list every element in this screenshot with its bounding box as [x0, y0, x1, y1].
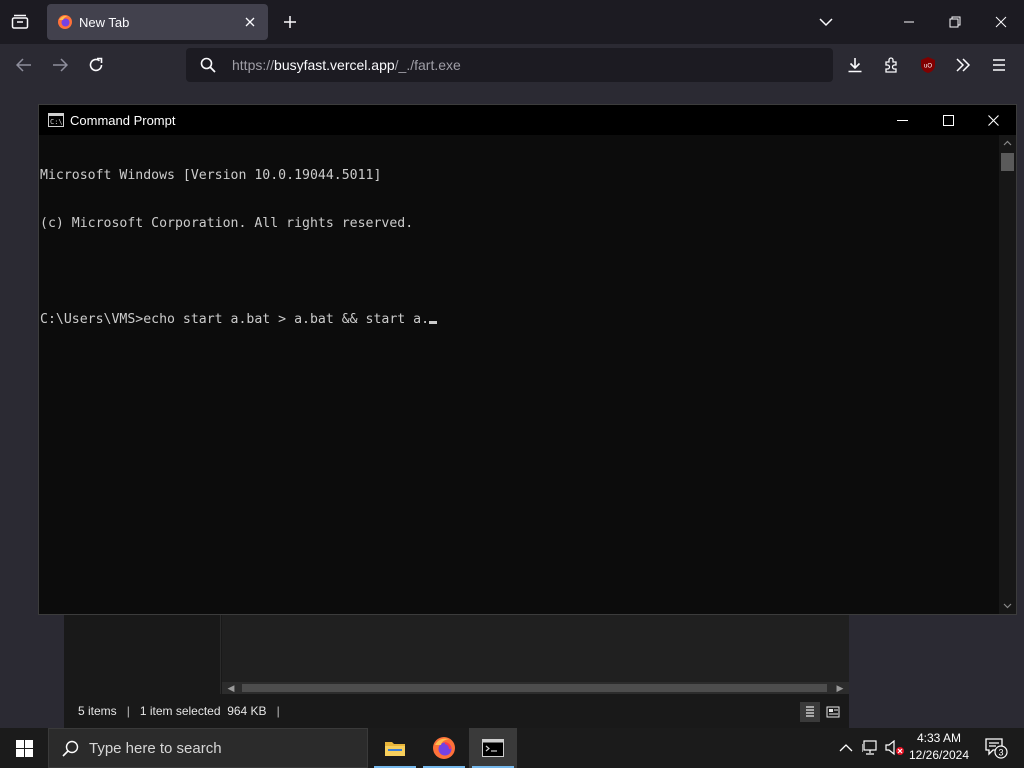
explorer-file-list[interactable]: [222, 612, 849, 682]
svg-text:C:\: C:\: [50, 118, 63, 126]
volume-muted-icon[interactable]: [885, 738, 905, 758]
command-prompt-taskbar-button[interactable]: [469, 728, 517, 768]
search-icon: [61, 739, 79, 757]
chevron-down-icon[interactable]: [814, 10, 838, 34]
list-all-tabs-icon[interactable]: [9, 11, 31, 33]
scroll-down-icon[interactable]: [999, 598, 1016, 614]
show-hidden-icons-icon[interactable]: [836, 738, 856, 758]
windows-taskbar: Type here to search 4:33 AM 12/26/2024 3: [0, 728, 1024, 768]
ublock-origin-icon[interactable]: uO: [915, 52, 941, 78]
console-command-text: C:\Users\VMS>echo start a.bat > a.bat &&…: [40, 312, 430, 327]
console-output[interactable]: Microsoft Windows [Version 10.0.19044.50…: [39, 135, 1000, 614]
item-count: 5 items: [78, 704, 117, 718]
horizontal-scrollbar[interactable]: ◀ ▶: [222, 682, 849, 694]
cmd-close-icon[interactable]: [970, 105, 1016, 135]
status-separator: |: [276, 704, 280, 718]
status-separator: |: [126, 704, 130, 718]
close-tab-icon[interactable]: [238, 10, 262, 34]
clock-time: 4:33 AM: [916, 731, 962, 745]
command-prompt-icon: [482, 739, 504, 757]
folder-icon: [385, 742, 405, 756]
firefox-taskbar-button[interactable]: [420, 728, 468, 768]
firefox-icon: [433, 737, 455, 759]
text-cursor: [429, 321, 438, 324]
overflow-menu-icon[interactable]: [950, 52, 976, 78]
new-tab-icon[interactable]: [278, 10, 302, 34]
url-scheme: https://: [232, 57, 275, 73]
scrollbar-thumb[interactable]: [1001, 153, 1014, 171]
tab-new-tab[interactable]: New Tab: [47, 4, 268, 40]
network-icon[interactable]: [861, 738, 881, 758]
restore-window-icon[interactable]: [943, 10, 967, 34]
cmd-maximize-icon[interactable]: [925, 105, 971, 135]
command-prompt-icon: C:\: [48, 113, 64, 127]
minimize-window-icon[interactable]: [897, 10, 921, 34]
cmd-minimize-icon[interactable]: [879, 105, 925, 135]
firefox-icon: [57, 14, 73, 30]
clock-date: 12/26/2024: [908, 748, 970, 762]
hamburger-menu-icon[interactable]: [986, 52, 1012, 78]
close-window-icon[interactable]: [989, 10, 1013, 34]
cmd-vertical-scrollbar[interactable]: [999, 135, 1016, 614]
extensions-icon[interactable]: [879, 52, 905, 78]
scroll-left-icon[interactable]: ◀: [224, 682, 238, 694]
address-bar[interactable]: https://busyfast.vercel.app/_./fart.exe: [186, 48, 833, 82]
svg-text:uO: uO: [924, 64, 932, 70]
search-icon: [199, 56, 217, 74]
notification-count: 3: [998, 748, 1003, 758]
file-explorer-window: ◀ ▶ 5 items | 1 item selected 964 KB |: [64, 612, 849, 728]
cmd-title-bar[interactable]: C:\ Command Prompt: [39, 105, 1016, 135]
back-arrow-icon[interactable]: [11, 52, 37, 78]
console-line: (c) Microsoft Corporation. All rights re…: [40, 216, 414, 231]
details-view-icon[interactable]: [800, 702, 820, 722]
scrollbar-thumb[interactable]: [242, 684, 827, 692]
tab-title: New Tab: [79, 14, 130, 30]
console-input-line[interactable]: C:\Users\VMS>echo start a.bat > a.bat &&…: [40, 312, 1000, 328]
url-path: /_./fart.exe: [394, 57, 461, 73]
windows-start-icon[interactable]: [0, 728, 48, 768]
forward-arrow-icon[interactable]: [47, 52, 73, 78]
action-center-icon[interactable]: 3: [978, 728, 1014, 768]
browser-tab-bar: New Tab: [0, 0, 1024, 44]
browser-navigation-bar: https://busyfast.vercel.app/_./fart.exe …: [0, 44, 1024, 86]
search-placeholder: Type here to search: [89, 739, 222, 757]
reload-icon[interactable]: [83, 52, 109, 78]
cmd-window-title: Command Prompt: [70, 112, 176, 128]
url-host: busyfast.vercel.app: [274, 57, 395, 73]
scroll-right-icon[interactable]: ▶: [833, 682, 847, 694]
selection-info: 1 item selected 964 KB: [139, 704, 267, 718]
downloads-icon[interactable]: [842, 52, 868, 78]
console-line: Microsoft Windows [Version 10.0.19044.50…: [40, 168, 382, 183]
file-explorer-taskbar-button[interactable]: [371, 728, 419, 768]
explorer-navigation-pane[interactable]: [64, 612, 221, 694]
explorer-status-bar: 5 items | 1 item selected 964 KB |: [64, 694, 849, 728]
scroll-up-icon[interactable]: [999, 135, 1016, 151]
system-clock[interactable]: 4:33 AM 12/26/2024: [904, 730, 974, 766]
large-icons-view-icon[interactable]: [823, 702, 843, 722]
url-text: https://busyfast.vercel.app/_./fart.exe: [232, 57, 461, 73]
command-prompt-window[interactable]: C:\ Command Prompt Microsoft Windows [Ve…: [38, 104, 1017, 615]
taskbar-search-box[interactable]: Type here to search: [48, 728, 368, 768]
